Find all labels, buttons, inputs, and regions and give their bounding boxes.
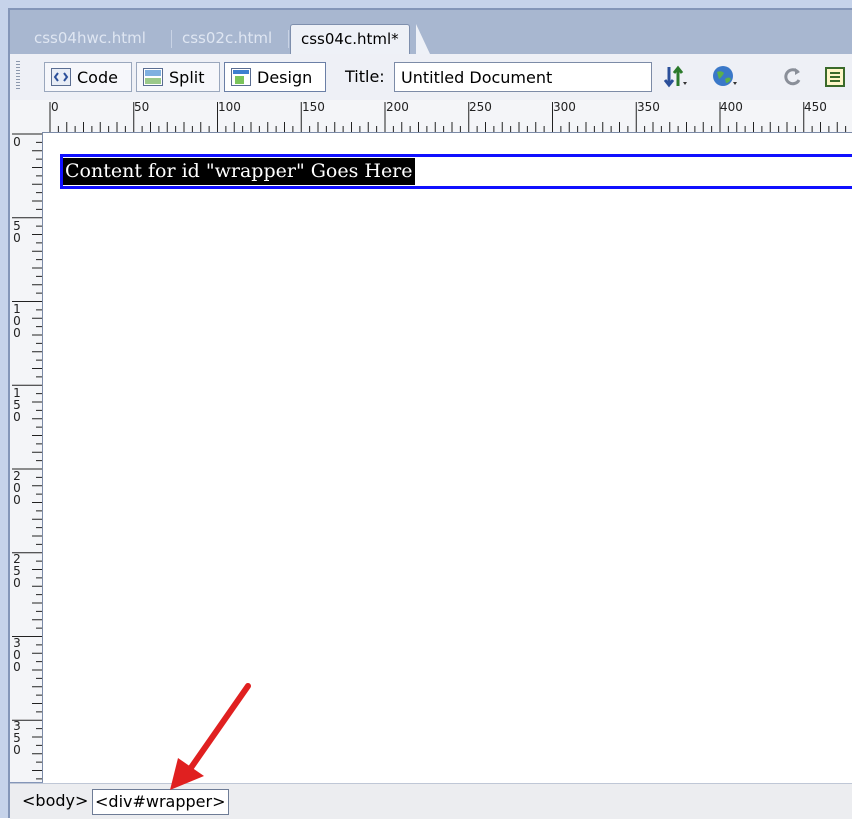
toolbar-grip-handle[interactable] [16, 60, 20, 90]
horizontal-ruler-labels: 0 50 100 150 200 250 300 350 400 450 [10, 100, 852, 120]
ruler-tick-label: 200 [13, 469, 21, 507]
refresh-icon[interactable] [778, 62, 808, 92]
ruler-tick-label: 350 [637, 100, 660, 114]
ruler-tick-label: 350 [13, 719, 21, 757]
code-view-button[interactable]: Code [44, 62, 132, 92]
ruler-tick-label: 150 [302, 100, 325, 114]
tab-css04hwc[interactable]: css04hwc.html [24, 24, 156, 52]
red-pointer-arrow-icon [170, 683, 251, 790]
ruler-tick-label: 400 [720, 100, 743, 114]
ruler-tick-label: 100 [13, 302, 21, 340]
design-view-label: Design [257, 68, 313, 87]
design-view-icon [231, 68, 251, 86]
tab-divider [288, 30, 289, 48]
ruler-tick-label: 150 [13, 386, 21, 424]
ruler-tick-label: 0 [13, 135, 21, 149]
tag-body[interactable]: <body> [20, 789, 90, 813]
design-view-button[interactable]: Design [224, 62, 326, 92]
ruler-tick-label: 300 [13, 636, 21, 674]
document-title-input[interactable] [394, 62, 652, 92]
tab-css04c-active[interactable]: css04c.html* [290, 24, 410, 55]
ruler-tick-label: 200 [386, 100, 409, 114]
title-label: Title: [345, 67, 385, 86]
ruler-tick-label: 50 [134, 100, 150, 114]
tab-corner [416, 24, 430, 54]
split-view-label: Split [169, 68, 205, 87]
code-view-icon [51, 68, 71, 86]
view-options-icon[interactable] [820, 62, 850, 92]
file-management-icon[interactable] [660, 62, 690, 92]
split-view-icon [143, 68, 163, 86]
ruler-tick-label: 250 [469, 100, 492, 114]
ruler-tick-label: 0 [51, 100, 59, 114]
ruler-tick-label: 100 [218, 100, 241, 114]
ruler-tick-label: 250 [13, 552, 21, 590]
wrapper-placeholder-text[interactable]: Content for id "wrapper" Goes Here [63, 158, 415, 185]
vertical-ruler-labels: 0 50 100 150 200 250 300 350 [11, 132, 25, 782]
tab-css02c[interactable]: css02c.html [172, 24, 282, 52]
code-view-label: Code [77, 68, 118, 87]
ruler-tick-label: 50 [13, 219, 21, 245]
ruler-tick-label: 300 [553, 100, 576, 114]
preview-browser-icon[interactable] [710, 62, 740, 92]
split-view-button[interactable]: Split [136, 62, 220, 92]
ruler-tick-label: 450 [804, 100, 827, 114]
